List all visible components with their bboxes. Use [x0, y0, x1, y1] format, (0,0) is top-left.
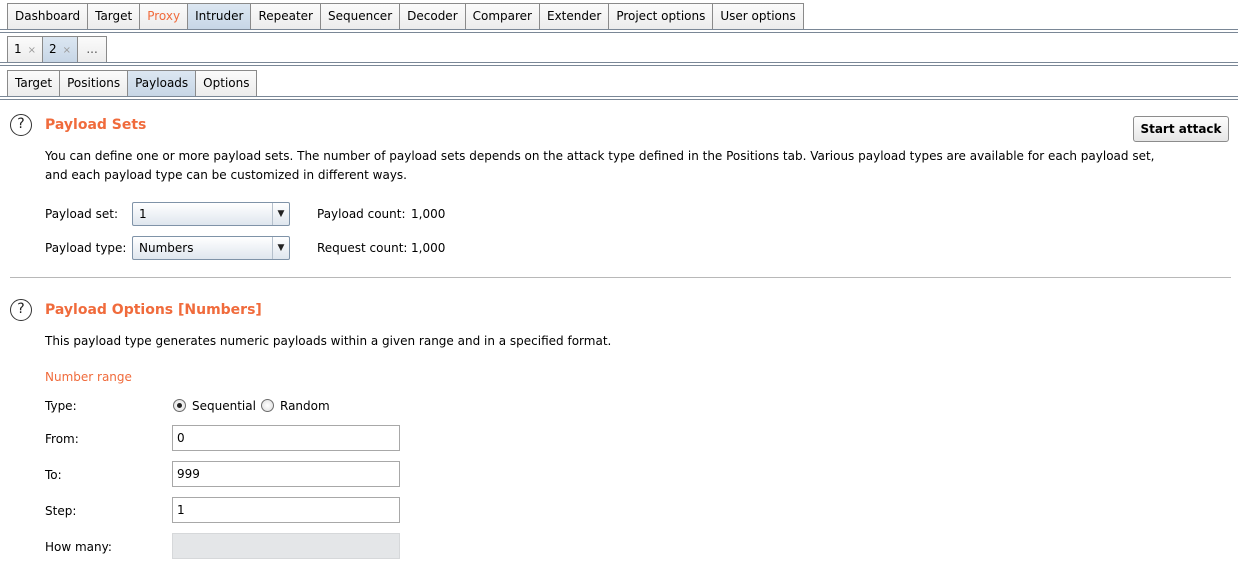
main-tabs: Dashboard Target Proxy Intruder Repeater…	[7, 3, 804, 29]
tab-decoder[interactable]: Decoder	[400, 3, 466, 29]
tab-comparer[interactable]: Comparer	[465, 3, 540, 29]
request-count-value: 1,000	[411, 241, 446, 255]
from-label: From:	[45, 432, 79, 446]
payload-count-value: 1,000	[411, 207, 446, 221]
tab-user-options[interactable]: User options	[713, 3, 804, 29]
chevron-down-icon: ▼	[272, 237, 289, 259]
tab-repeater[interactable]: Repeater	[251, 3, 321, 29]
tab-project-options[interactable]: Project options	[609, 3, 714, 29]
attack-tab-1[interactable]: 1 ×	[7, 36, 44, 62]
how-many-label: How many:	[45, 540, 112, 554]
number-range-heading: Number range	[45, 370, 132, 384]
tab-divider	[0, 29, 1238, 33]
radio-sequential-label[interactable]: Sequential	[192, 399, 256, 413]
tab-proxy[interactable]: Proxy	[140, 3, 189, 29]
payload-type-label: Payload type:	[45, 241, 127, 255]
tab-divider	[0, 96, 1238, 100]
payload-sets-title: Payload Sets	[45, 117, 147, 133]
attack-tab-label: 2	[49, 42, 57, 56]
payload-sets-description: You can define one or more payload sets.…	[45, 149, 1155, 163]
payload-sets-description-2: and each payload type can be customized …	[45, 168, 407, 182]
attack-tabs: 1 × 2 × ...	[7, 36, 108, 62]
payload-options-description: This payload type generates numeric payl…	[45, 334, 612, 348]
from-field[interactable]: 0	[172, 425, 400, 451]
tab-positions[interactable]: Positions	[60, 70, 129, 96]
tab-dashboard[interactable]: Dashboard	[7, 3, 89, 29]
start-attack-button[interactable]: Start attack	[1133, 116, 1229, 142]
attack-tab-2[interactable]: 2 ×	[43, 36, 79, 62]
payload-set-value: 1	[139, 207, 147, 221]
payload-type-select[interactable]: Numbers ▼	[132, 236, 290, 260]
question-circle-icon[interactable]: ?	[10, 114, 32, 136]
payload-type-value: Numbers	[139, 241, 194, 255]
step-label: Step:	[45, 504, 77, 518]
chevron-down-icon: ▼	[272, 203, 289, 225]
payload-set-label: Payload set:	[45, 207, 118, 221]
tab-target-sub[interactable]: Target	[7, 70, 61, 96]
intruder-subtabs: Target Positions Payloads Options	[7, 70, 258, 96]
close-icon[interactable]: ×	[63, 45, 71, 56]
step-field[interactable]: 1	[172, 497, 400, 523]
request-count-label: Request count:	[317, 241, 408, 255]
tab-payloads[interactable]: Payloads	[128, 70, 197, 96]
question-circle-icon[interactable]: ?	[10, 299, 32, 321]
payload-options-title: Payload Options [Numbers]	[45, 302, 262, 318]
tab-target[interactable]: Target	[88, 3, 141, 29]
tab-divider	[0, 62, 1238, 66]
how-many-field	[172, 533, 400, 559]
radio-sequential[interactable]	[173, 399, 186, 412]
tab-extender[interactable]: Extender	[540, 3, 610, 29]
close-icon[interactable]: ×	[28, 45, 36, 56]
payload-count-label: Payload count:	[317, 207, 406, 221]
radio-random[interactable]	[261, 399, 274, 412]
new-attack-tab-button[interactable]: ...	[78, 36, 108, 62]
tab-options[interactable]: Options	[196, 70, 258, 96]
main-tab-bar: Dashboard Target Proxy Intruder Repeater…	[0, 0, 1238, 31]
section-divider	[10, 277, 1231, 278]
to-label: To:	[45, 468, 62, 482]
to-field[interactable]: 999	[172, 461, 400, 487]
radio-random-label[interactable]: Random	[280, 399, 330, 413]
tab-intruder[interactable]: Intruder	[188, 3, 252, 29]
type-label: Type:	[45, 399, 77, 413]
attack-tab-label: 1	[14, 42, 22, 56]
tab-sequencer[interactable]: Sequencer	[321, 3, 401, 29]
payload-set-select[interactable]: 1 ▼	[132, 202, 290, 226]
